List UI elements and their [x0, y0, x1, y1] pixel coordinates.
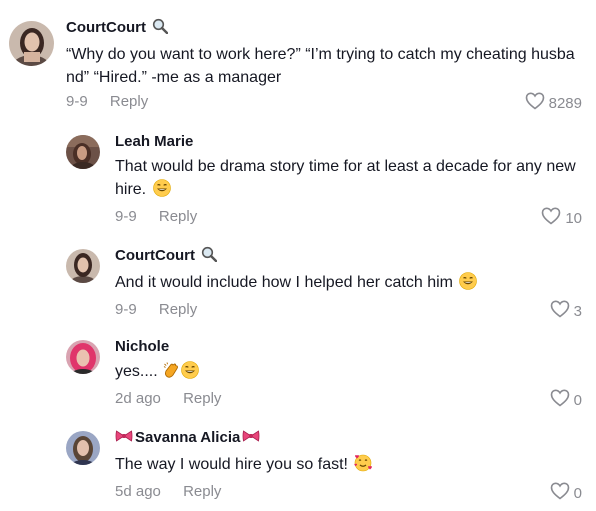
comment-meta: 9-9 Reply 8289: [66, 92, 582, 112]
comment-text: And it would include how I helped her ca…: [115, 271, 582, 297]
comment-date: 2d ago: [115, 390, 161, 407]
comment-meta: 9-9 Reply 3: [115, 300, 582, 320]
laughing-emoji: [181, 361, 199, 386]
comment-text: yes....: [115, 360, 582, 386]
like-button[interactable]: 0: [550, 482, 582, 506]
heart-icon: [525, 92, 545, 116]
magnifier-icon: [201, 246, 218, 268]
heart-icon: [541, 207, 561, 231]
avatar[interactable]: [9, 21, 54, 66]
laughing-emoji: [152, 179, 171, 204]
reply-button[interactable]: Reply: [183, 482, 221, 502]
comment-date: 9-9: [66, 93, 88, 110]
comment-text: “Why do you want to work here?” “I’m try…: [66, 46, 575, 86]
comment-username[interactable]: Savanna Alicia: [115, 428, 582, 450]
like-count: 10: [565, 210, 582, 227]
laughing-emoji: [459, 272, 478, 297]
comment-username[interactable]: Nichole: [115, 337, 582, 357]
like-button[interactable]: 0: [550, 389, 582, 413]
heart-icon: [550, 482, 570, 506]
comment-username[interactable]: CourtCourt: [66, 18, 582, 40]
like-count: 0: [573, 485, 582, 502]
avatar[interactable]: [66, 135, 100, 169]
comment-meta: 9-9 Reply 10: [115, 207, 582, 227]
comment-username[interactable]: CourtCourt: [115, 246, 582, 268]
comment-meta: 5d ago Reply 0: [115, 482, 582, 502]
like-button[interactable]: 3: [550, 300, 582, 324]
heart-icon: [550, 300, 570, 324]
avatar[interactable]: [66, 431, 100, 465]
comment-date: 9-9: [115, 301, 137, 318]
like-button[interactable]: 8289: [525, 92, 582, 116]
reply-button[interactable]: Reply: [110, 92, 148, 112]
like-count: 8289: [548, 95, 582, 112]
ribbon-icon: [242, 428, 260, 450]
avatar[interactable]: [66, 249, 100, 283]
avatar[interactable]: [66, 340, 100, 374]
smiling-hearts-emoji: [354, 454, 373, 479]
ribbon-icon: [115, 428, 133, 450]
comment-text: The way I would hire you so fast!: [115, 453, 582, 479]
comment-date: 9-9: [115, 208, 137, 225]
like-count: 0: [573, 392, 582, 409]
comment-text: That would be drama story time for at le…: [115, 155, 582, 204]
like-button[interactable]: 10: [541, 207, 582, 231]
like-count: 3: [573, 303, 582, 320]
magnifier-icon: [152, 18, 169, 40]
reply-button[interactable]: Reply: [183, 389, 221, 409]
reply-button[interactable]: Reply: [159, 207, 197, 227]
comment-username[interactable]: Leah Marie: [115, 132, 582, 152]
comment-meta: 2d ago Reply 0: [115, 389, 582, 409]
comment-date: 5d ago: [115, 483, 161, 500]
clapping-hand-emoji: [162, 361, 180, 386]
reply-button[interactable]: Reply: [159, 300, 197, 320]
heart-icon: [550, 389, 570, 413]
